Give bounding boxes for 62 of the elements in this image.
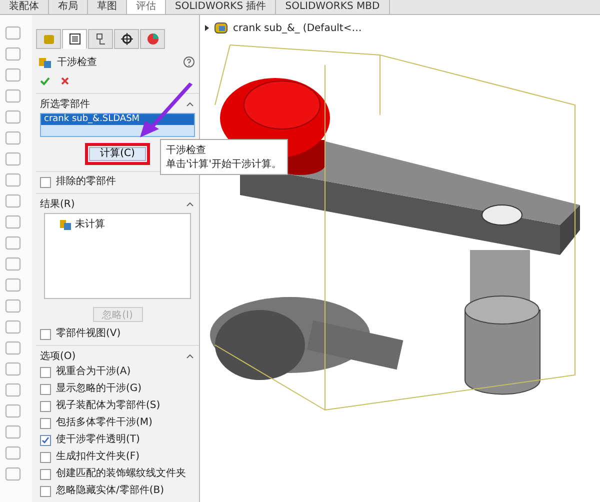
collapse-caret-icon[interactable] bbox=[185, 352, 195, 360]
checkbox[interactable] bbox=[40, 418, 51, 428]
collapse-caret-icon[interactable] bbox=[185, 100, 195, 108]
help-icon[interactable] bbox=[183, 56, 195, 68]
interference-icon bbox=[38, 55, 52, 69]
checkbox-label: 使干涉零件透明(T) bbox=[56, 433, 140, 447]
checkbox-label: 零部件视图(V) bbox=[56, 327, 121, 341]
checkbox[interactable] bbox=[40, 452, 51, 462]
checkbox-label: 显示忽略的干涉(G) bbox=[56, 382, 142, 396]
tree-item[interactable]: crank sub_&_ (Default<… bbox=[233, 22, 362, 34]
checkbox[interactable] bbox=[40, 328, 51, 340]
checkbox-label: 排除的零部件 bbox=[56, 175, 116, 189]
checkbox[interactable] bbox=[40, 434, 51, 446]
checkbox-label: 创建匹配的装饰螺纹线文件夹 bbox=[56, 467, 186, 481]
checkbox-row[interactable]: 视子装配体为零部件(S) bbox=[40, 399, 195, 413]
panel-tab[interactable] bbox=[62, 29, 87, 49]
checkbox[interactable] bbox=[40, 176, 51, 188]
checkbox[interactable] bbox=[40, 468, 51, 480]
checkbox[interactable] bbox=[40, 384, 51, 394]
list-item[interactable]: crank sub_&.SLDASM bbox=[41, 114, 194, 125]
assembly-icon bbox=[214, 21, 229, 35]
checkbox[interactable] bbox=[40, 486, 51, 496]
checkbox-label: 忽略隐藏实体/零部件(B) bbox=[56, 484, 164, 498]
tab-icon bbox=[42, 32, 56, 46]
checkbox-label: 包括多体零件干涉(M) bbox=[56, 416, 152, 430]
section-title: 所选零部件 bbox=[40, 98, 90, 111]
checkbox-label: 视子装配体为零部件(S) bbox=[56, 399, 160, 413]
tooltip-title: 干涉检查 bbox=[166, 144, 207, 157]
tooltip-text: 单击'计算'开始干涉计算。 bbox=[166, 158, 282, 171]
checkbox[interactable] bbox=[40, 366, 51, 378]
checkbox-label: 生成扣件文件夹(F) bbox=[56, 450, 140, 464]
checkbox-row[interactable]: 使干涉零件透明(T) bbox=[40, 433, 195, 447]
expand-arrow-icon[interactable] bbox=[204, 24, 210, 32]
tab-icon bbox=[120, 32, 134, 46]
checkbox-row[interactable]: 包括多体零件干涉(M) bbox=[40, 416, 195, 430]
tab-icon bbox=[94, 32, 108, 46]
checkbox-row[interactable]: 忽略隐藏实体/零部件(B) bbox=[40, 484, 195, 498]
section-title: 选项(O) bbox=[40, 350, 76, 363]
interference-icon bbox=[59, 218, 72, 230]
result-text: 未计算 bbox=[75, 218, 105, 231]
selection-list[interactable]: crank sub_&.SLDASM bbox=[40, 113, 195, 137]
panel-tab[interactable] bbox=[114, 29, 139, 49]
checkbox-label: 视重合为干涉(A) bbox=[56, 365, 131, 379]
tab-icon bbox=[146, 32, 160, 46]
tab-icon bbox=[68, 32, 82, 46]
ok-check-icon[interactable] bbox=[39, 75, 51, 87]
cancel-x-icon[interactable] bbox=[59, 75, 71, 87]
section-title: 结果(R) bbox=[40, 198, 75, 211]
checkbox-row[interactable]: 创建匹配的装饰螺纹线文件夹 bbox=[40, 467, 195, 481]
checkbox-row[interactable]: 生成扣件文件夹(F) bbox=[40, 450, 195, 464]
checkbox-row[interactable]: 视重合为干涉(A) bbox=[40, 365, 195, 379]
checkbox-row[interactable]: 排除的零部件 bbox=[40, 175, 195, 189]
toolbar-icons-drawing[interactable] bbox=[0, 15, 32, 502]
collapse-caret-icon[interactable] bbox=[185, 200, 195, 208]
ribbon-tab[interactable]: 评估 bbox=[127, 0, 166, 14]
panel-title: 干涉检查 bbox=[57, 56, 97, 69]
results-list[interactable]: 未计算 bbox=[44, 213, 191, 299]
panel-tab[interactable] bbox=[88, 29, 113, 49]
checkbox-row[interactable]: 零部件视图(V) bbox=[40, 327, 195, 341]
calculate-button[interactable]: 计算(C) bbox=[89, 147, 146, 161]
checkbox-row[interactable]: 显示忽略的干涉(G) bbox=[40, 382, 195, 396]
checkbox[interactable] bbox=[40, 400, 51, 412]
